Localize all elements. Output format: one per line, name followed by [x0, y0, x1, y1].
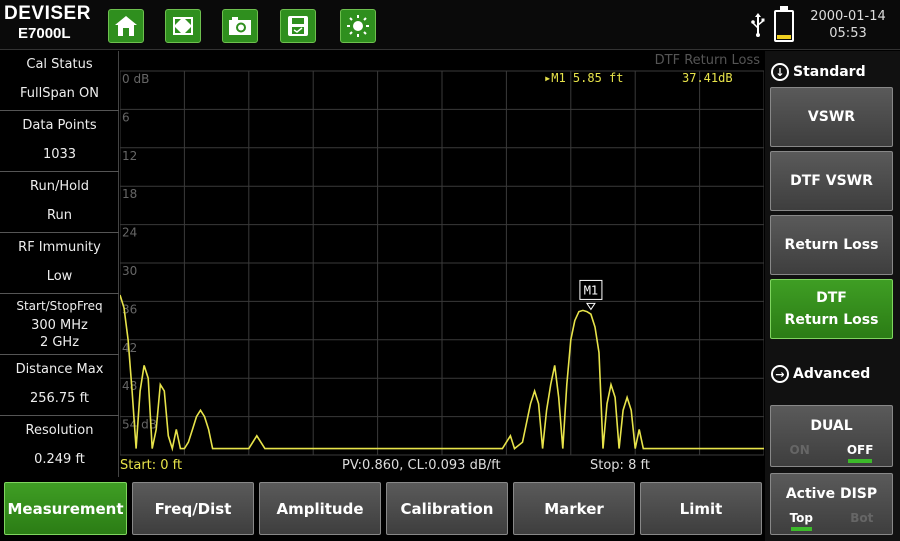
info-data-points: Data Points 1033 [0, 112, 119, 172]
dtf-plot: 0 dB61218243036424854 dBM1 [120, 70, 764, 456]
info-value: 1033 [42, 147, 77, 162]
fullscreen-icon [173, 17, 193, 35]
info-value: 300 MHz [31, 318, 88, 333]
save-icon [288, 16, 308, 36]
dtf-vswr-button[interactable]: DTF VSWR [770, 151, 893, 211]
dual-off-option: OFF [846, 443, 874, 463]
y-tick-label: 30 [122, 264, 137, 278]
time-text: 05:53 [829, 26, 867, 41]
camera-icon [229, 17, 251, 35]
brightness-icon [347, 15, 369, 37]
info-value: FullSpan ON [19, 86, 100, 101]
softkey-panel: ↓ Standard VSWR DTF VSWR Return Loss DTF… [765, 51, 900, 541]
y-tick-label: 0 dB [122, 72, 149, 86]
menu-freq-dist[interactable]: Freq/Dist [132, 482, 254, 535]
arrow-right-icon: → [771, 365, 789, 383]
date-text: 2000-01-14 [810, 9, 886, 24]
info-value: 256.75 ft [29, 391, 90, 406]
screenshot-button[interactable] [222, 9, 258, 43]
save-button[interactable] [280, 9, 316, 43]
clock: 2000-01-14 05:53 [796, 8, 900, 42]
advanced-label: Advanced [793, 366, 871, 382]
info-value: Low [46, 269, 73, 284]
dtf-return-loss-button[interactable]: DTF Return Loss [770, 279, 893, 339]
info-label: Distance Max [15, 362, 104, 377]
y-tick-label: 6 [122, 110, 130, 124]
start-distance: Start: 0 ft [120, 458, 183, 473]
marker-readout: ▸M1 5.85 ft [544, 71, 624, 85]
dual-on-option: ON [789, 443, 810, 457]
brightness-button[interactable] [340, 9, 376, 43]
vswr-label: VSWR [807, 109, 856, 125]
info-resolution: Resolution 0.249 ft [0, 417, 119, 477]
info-run-hold: Run/Hold Run [0, 173, 119, 233]
active-disp-toggle[interactable]: Active DISP Top Bot [770, 473, 893, 535]
info-label: Data Points [22, 118, 97, 133]
menu-bar: Measurement Freq/Dist Amplitude Calibrat… [0, 477, 765, 541]
usb-icon [751, 13, 765, 37]
info-distance-max: Distance Max 256.75 ft [0, 356, 119, 416]
marker-triangle [585, 302, 596, 311]
trace-display[interactable]: 0 dB 6 12 18 24 30 36 42 48 54 dB M1 DTF Return Lo… [120, 51, 764, 477]
info-label: Cal Status [26, 57, 93, 72]
battery-icon [774, 6, 794, 42]
menu-calibration[interactable]: Calibration [386, 482, 508, 535]
y-tick-label: 12 [122, 149, 137, 163]
home-icon [115, 16, 137, 36]
y-tick-label: 18 [122, 187, 137, 201]
marker-readout-text: M1 5.85 ft [551, 71, 624, 85]
info-value-2: 2 GHz [39, 335, 80, 350]
y-tick-label: 48 [122, 379, 137, 393]
menu-limit[interactable]: Limit [640, 482, 762, 535]
active-disp-top-option: Top [789, 511, 814, 531]
return-loss-button[interactable]: Return Loss [770, 215, 893, 275]
return-loss-label: Return Loss [784, 237, 879, 253]
arrow-down-icon: ↓ [771, 63, 789, 81]
standard-label: Standard [793, 64, 866, 80]
info-value: Run [47, 208, 72, 223]
menu-marker[interactable]: Marker [513, 482, 635, 535]
info-cal-status: Cal Status FullSpan ON [0, 51, 119, 111]
info-value: 0.249 ft [34, 452, 85, 467]
vswr-button[interactable]: VSWR [770, 87, 893, 147]
menu-measurement[interactable]: Measurement [4, 482, 127, 535]
active-disp-bot-option: Bot [850, 511, 874, 525]
fullscreen-button[interactable] [165, 9, 201, 43]
menu-amplitude[interactable]: Amplitude [259, 482, 381, 535]
battery-level [777, 34, 791, 39]
dual-toggle[interactable]: DUAL ON OFF [770, 405, 893, 467]
deviser-logo: DEVISER E7000L [4, 4, 104, 46]
marker-value: 37.41dB [682, 71, 733, 85]
info-label: Resolution [25, 423, 94, 438]
marker-label: M1 [584, 283, 598, 297]
stop-distance: Stop: 8 ft [590, 458, 650, 473]
info-rf-immunity: RF Immunity Low [0, 234, 119, 294]
info-label: Start/StopFreq [16, 299, 103, 313]
trace-title: DTF Return Loss [654, 53, 760, 68]
dual-label: DUAL [810, 418, 853, 434]
y-tick-label: 24 [122, 226, 137, 240]
info-start-stop-freq: Start/StopFreq 300 MHz 2 GHz [0, 295, 119, 355]
brand-name: DEVISER [4, 3, 91, 24]
info-label: RF Immunity [18, 240, 101, 255]
top-bar: DEVISER E7000L 2000-01-14 05:53 [0, 0, 900, 50]
standard-section-header[interactable]: ↓ Standard [771, 63, 896, 81]
advanced-section-header[interactable]: → Advanced [771, 365, 896, 383]
status-panel: Cal Status FullSpan ON Data Points 1033 … [0, 51, 119, 477]
info-label: Run/Hold [30, 179, 89, 194]
dtf-return-loss-label: DTF Return Loss [784, 290, 879, 328]
active-disp-label: Active DISP [785, 486, 878, 502]
dtf-vswr-label: DTF VSWR [790, 173, 873, 189]
model-name: E7000L [18, 25, 71, 42]
pv-cl-readout: PV:0.860, CL:0.093 dB/ft [342, 458, 501, 473]
home-button[interactable] [108, 9, 144, 43]
